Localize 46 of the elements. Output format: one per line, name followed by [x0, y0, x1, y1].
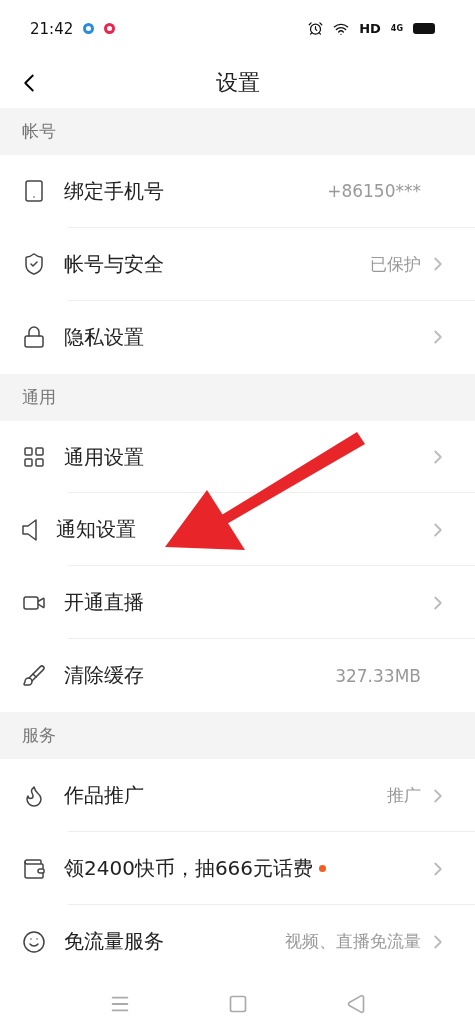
wallet-icon — [22, 856, 46, 881]
page-title: 设置 — [215, 68, 260, 97]
row-label: 领2400快币，抽666元话费 — [64, 855, 314, 883]
settings-row[interactable]: 绑定手机号 +86150*** — [0, 154, 475, 228]
lock-icon — [22, 325, 46, 350]
row-label: 免流量服务 — [64, 928, 164, 955]
settings-row[interactable]: 帐号与安全 已保护 — [0, 227, 475, 301]
row-value: 327.33MB — [335, 665, 421, 686]
section-header: 服务 — [0, 712, 475, 760]
row-value: 推广 — [387, 784, 421, 808]
tablet-icon — [22, 179, 46, 204]
settings-row[interactable]: 隐私设置 — [0, 300, 475, 374]
status-time: 21:42 — [30, 19, 74, 38]
settings-row[interactable]: 领2400快币，抽666元话费 — [0, 832, 475, 906]
settings-row[interactable]: 开通直播 — [0, 566, 475, 640]
app-notification-icon — [104, 23, 116, 35]
row-label: 通知设置 — [56, 516, 136, 544]
settings-row[interactable]: 作品推广 推广 — [0, 759, 475, 833]
alarm-icon — [308, 21, 324, 37]
settings-row[interactable]: 通用设置 — [0, 420, 475, 494]
settings-row[interactable]: 免流量服务 视频、直播免流量 — [0, 905, 475, 978]
settings-row[interactable]: 通知设置 — [0, 493, 475, 567]
section-header: 通用 — [0, 373, 475, 421]
app-notification-icon — [83, 23, 95, 35]
row-label: 通用设置 — [64, 443, 144, 471]
row-value: 视频、直播免流量 — [285, 930, 421, 953]
grid-icon — [22, 445, 46, 469]
shield-check-icon — [22, 252, 46, 277]
row-value: 已保护 — [370, 252, 421, 276]
row-label: 绑定手机号 — [64, 177, 164, 205]
row-label: 帐号与安全 — [64, 250, 164, 278]
row-label: 清除缓存 — [64, 662, 144, 690]
row-value: +86150*** — [327, 181, 421, 202]
speaker-icon — [22, 518, 38, 541]
section-header: 帐号 — [0, 107, 475, 155]
row-label: 开通直播 — [64, 589, 144, 617]
network-label: 4G — [390, 24, 403, 34]
row-label: 隐私设置 — [64, 323, 144, 351]
settings-row[interactable]: 清除缓存 327.33MB — [0, 639, 475, 713]
row-label: 作品推广 — [64, 782, 144, 810]
home-icon[interactable] — [228, 994, 249, 1014]
brush-icon — [22, 663, 46, 688]
smile-icon — [22, 929, 46, 954]
hd-label: HD — [359, 21, 381, 37]
battery-icon — [413, 23, 435, 35]
back-icon[interactable] — [346, 994, 367, 1014]
